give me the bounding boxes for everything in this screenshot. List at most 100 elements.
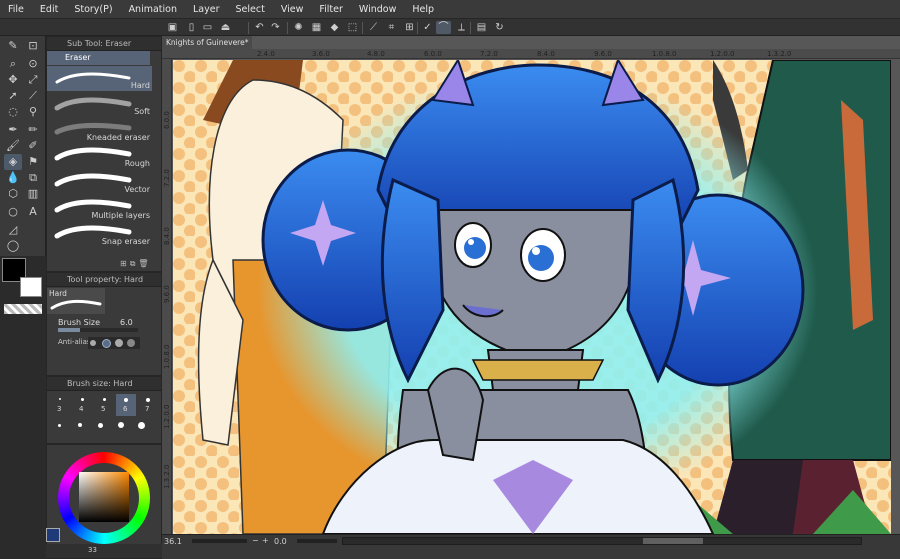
fill-icon[interactable]: ◆ bbox=[327, 21, 342, 34]
operation-icon[interactable]: ➚ bbox=[4, 88, 22, 104]
menu-window[interactable]: Window bbox=[351, 4, 404, 15]
stabilizer-icon[interactable]: ✓ bbox=[420, 21, 435, 34]
transform-icon[interactable]: ⬚ bbox=[345, 21, 360, 34]
brush-stroke-preview bbox=[55, 72, 131, 84]
eraser-icon[interactable]: ◈ bbox=[4, 154, 22, 170]
sub-tool-rough[interactable]: Rough bbox=[47, 144, 152, 169]
brush-size-fill bbox=[58, 328, 80, 332]
gold-collar bbox=[471, 359, 605, 381]
special-ruler-snap-icon[interactable]: ⌗ bbox=[384, 21, 399, 34]
spinner-icon[interactable]: ✺ bbox=[291, 21, 306, 34]
zoom-in-icon[interactable]: + bbox=[262, 536, 269, 545]
device-icon[interactable]: ▤ bbox=[474, 21, 489, 34]
brush-size-slider[interactable] bbox=[58, 328, 138, 332]
figure-icon[interactable]: ○ bbox=[4, 204, 22, 220]
balloon-icon[interactable]: ◿ bbox=[4, 222, 22, 238]
selection-icon[interactable]: ⟂ bbox=[454, 21, 469, 34]
brush-label: Multiple layers bbox=[91, 211, 150, 220]
preset-preview[interactable]: Hard bbox=[47, 288, 105, 314]
zoom-value[interactable]: 36.1 bbox=[164, 537, 182, 546]
status-bar: 36.1 − + 0.0 bbox=[162, 534, 900, 559]
brush-tab-icon[interactable]: ✎ bbox=[4, 38, 22, 54]
scrollbar-thumb[interactable] bbox=[643, 538, 703, 544]
sub-tool-multiple-layers[interactable]: Multiple layers bbox=[47, 196, 152, 221]
airbrush-icon[interactable]: ✐ bbox=[24, 138, 42, 154]
horizontal-scrollbar[interactable] bbox=[342, 537, 862, 545]
undo-icon[interactable]: ↶ bbox=[252, 21, 267, 34]
sub-tool-kneaded[interactable]: Kneaded eraser bbox=[47, 118, 152, 143]
pencil-icon[interactable]: ✏ bbox=[24, 122, 42, 138]
color-footer-value: 33 bbox=[88, 546, 97, 554]
text-icon[interactable]: A bbox=[24, 204, 42, 220]
color-wheel[interactable] bbox=[58, 452, 150, 544]
brush-size-4[interactable]: 4 bbox=[72, 394, 92, 416]
lasso-icon[interactable]: ⌒ bbox=[436, 21, 451, 34]
menu-select[interactable]: Select bbox=[228, 4, 273, 15]
tab-icon[interactable]: ⊡ bbox=[24, 38, 42, 54]
brush-size-3[interactable]: 3 bbox=[50, 394, 70, 416]
folder-icon[interactable]: ▭ bbox=[200, 21, 215, 34]
sub-tool-hard[interactable]: Hard bbox=[47, 66, 152, 91]
sub-tool-actions[interactable]: ⊞⧉🗑 bbox=[120, 259, 160, 269]
brush-size-6[interactable]: 6 bbox=[116, 394, 136, 416]
sync-icon[interactable]: ↻ bbox=[492, 21, 507, 34]
redo-icon[interactable]: ↷ bbox=[268, 21, 283, 34]
rotation-slider[interactable] bbox=[297, 539, 337, 543]
speech-icon[interactable]: ◯ bbox=[4, 238, 22, 254]
pen-icon[interactable]: ✒ bbox=[4, 122, 22, 138]
sub-tool-group[interactable]: Eraser bbox=[47, 51, 150, 65]
brush-size-dots-row[interactable] bbox=[48, 420, 160, 432]
menu-file[interactable]: File bbox=[0, 4, 32, 15]
lasso-tool-icon[interactable]: ◌ bbox=[4, 104, 22, 120]
menu-layer[interactable]: Layer bbox=[185, 4, 228, 15]
right-iris bbox=[528, 245, 554, 271]
document-icon[interactable]: ▯ bbox=[184, 21, 199, 34]
fill-tool-icon[interactable]: ⬡ bbox=[4, 186, 22, 202]
color-square[interactable] bbox=[79, 472, 129, 522]
gradient-icon[interactable]: ▥ bbox=[24, 186, 42, 202]
lasso-select-icon[interactable]: ⊙ bbox=[24, 56, 42, 72]
app-icon[interactable]: ▣ bbox=[165, 21, 180, 34]
command-bar: ▣ ▯ ▭ ⏏ ↶ ↷ ✺ ▦ ◆ ⬚ ⟋ ⌗ ⊞ ✓ ⌒ ⟂ ▤ ↻ bbox=[0, 18, 900, 36]
zoom-icon[interactable]: ⌕ bbox=[4, 56, 22, 72]
brush-size-7[interactable]: 7 bbox=[138, 394, 158, 416]
brush-size-5[interactable]: 5 bbox=[94, 394, 114, 416]
brush-size-row: 3 4 5 6 7 bbox=[48, 392, 160, 416]
artwork-canvas[interactable] bbox=[173, 60, 891, 534]
menu-help[interactable]: Help bbox=[404, 4, 442, 15]
menu-bar: File Edit Story(P) Animation Layer Selec… bbox=[0, 0, 900, 18]
left-iris bbox=[464, 237, 486, 259]
antialias-selector[interactable] bbox=[88, 337, 140, 349]
brush-stroke-preview bbox=[54, 147, 132, 161]
current-color-chip[interactable] bbox=[46, 528, 60, 542]
sub-tool-snap-eraser[interactable]: Snap eraser bbox=[47, 222, 152, 247]
select-layer-icon[interactable]: ⤢ bbox=[24, 72, 42, 88]
ruler-snap-icon[interactable]: ⟋ bbox=[366, 21, 381, 34]
sub-color-swatch[interactable] bbox=[20, 277, 42, 297]
grid-snap-icon[interactable]: ⊞ bbox=[402, 21, 417, 34]
preset-stroke bbox=[50, 299, 102, 310]
menu-view[interactable]: View bbox=[273, 4, 312, 15]
ruler-top: 2.4.0 3.6.0 4.8.0 6.0.0 7.2.0 8.4.0 9.6.… bbox=[162, 49, 900, 59]
menu-story[interactable]: Story(P) bbox=[66, 4, 120, 15]
transparent-color-swatch[interactable] bbox=[4, 304, 42, 314]
brush-size-value[interactable]: 6.0 bbox=[120, 318, 133, 327]
blend-icon[interactable]: 💧 bbox=[4, 170, 22, 186]
eyedropper-icon[interactable]: ⟋ bbox=[24, 88, 42, 104]
rotation-value[interactable]: 0.0 bbox=[274, 537, 287, 546]
menu-filter[interactable]: Filter bbox=[311, 4, 351, 15]
auto-select-icon[interactable]: ⚲ bbox=[24, 104, 42, 120]
document-tab[interactable]: Knights of Guinevere* bbox=[162, 36, 252, 49]
clear-icon[interactable]: ▦ bbox=[309, 21, 324, 34]
decoration-icon[interactable]: ⚑ bbox=[24, 154, 42, 170]
menu-animation[interactable]: Animation bbox=[121, 4, 185, 15]
brush-icon[interactable]: 🖌 bbox=[4, 138, 22, 154]
sub-tool-vector[interactable]: Vector bbox=[47, 170, 152, 195]
save-icon[interactable]: ⏏ bbox=[218, 21, 233, 34]
move-icon[interactable]: ✥ bbox=[4, 72, 22, 88]
frame-icon[interactable]: ⧉ bbox=[24, 170, 42, 186]
zoom-out-icon[interactable]: − bbox=[252, 536, 259, 545]
menu-edit[interactable]: Edit bbox=[32, 4, 66, 15]
zoom-slider[interactable] bbox=[192, 539, 247, 543]
sub-tool-soft[interactable]: Soft bbox=[47, 92, 152, 117]
